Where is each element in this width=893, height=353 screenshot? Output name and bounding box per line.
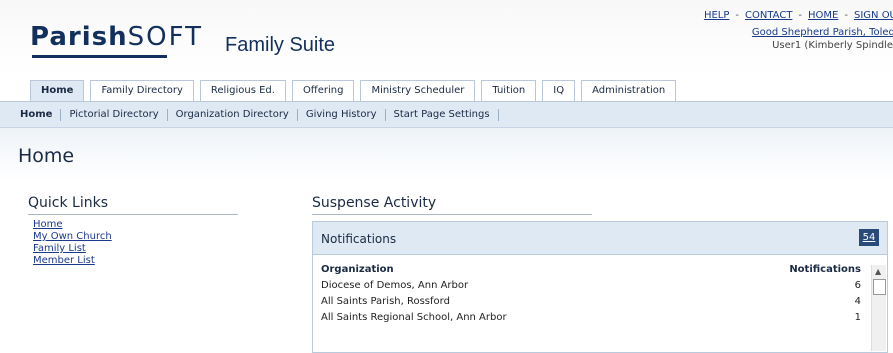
suspense-activity-rule — [312, 214, 592, 215]
tab-religious-ed[interactable]: Religious Ed. — [199, 80, 286, 101]
subnav-pictorial-directory[interactable]: Pictorial Directory — [61, 108, 168, 121]
table-scrollbar[interactable]: ▲ — [871, 265, 886, 351]
logo-part-1: Parish — [30, 22, 128, 52]
tab-tuition[interactable]: Tuition — [481, 80, 537, 101]
subnav-organization-directory[interactable]: Organization Directory — [168, 108, 298, 121]
notifications-header: Notifications 54 — [313, 222, 887, 255]
subnav-start-page-settings[interactable]: Start Page Settings — [386, 108, 499, 121]
row-organization: All Saints Regional School, Ann Arbor — [321, 312, 507, 323]
page-header-band — [0, 128, 893, 180]
header: ParishSOFT Family Suite HELP - CONTACT - HOM… — [0, 0, 893, 74]
row-count: 4 — [854, 296, 861, 307]
scroll-thumb[interactable] — [873, 279, 886, 295]
row-organization: Diocese of Demos, Ann Arbor — [321, 280, 469, 291]
subnav-giving-history[interactable]: Giving History — [298, 108, 386, 121]
column-notifications: Notifications — [789, 264, 861, 275]
table-row[interactable]: All Saints Parish, Rossford 4 — [321, 294, 861, 310]
logo-part-2: SOFT — [127, 22, 203, 52]
parish-info: Good Shepherd Parish, Toledo User1 (Kimb… — [752, 27, 893, 51]
tab-family-directory[interactable]: Family Directory — [90, 80, 194, 101]
sign-out-link[interactable]: SIGN OUT — [854, 10, 893, 21]
tab-administration[interactable]: Administration — [581, 80, 677, 101]
table-row[interactable]: Diocese of Demos, Ann Arbor 6 — [321, 278, 861, 294]
quick-links-title: Quick Links — [28, 195, 109, 211]
table-header-row: Organization Notifications — [321, 262, 861, 278]
subnav-home[interactable]: Home — [0, 108, 62, 121]
top-links: HELP-CONTACT-HOME-SIGN OUT — [704, 10, 893, 21]
row-count: 1 — [854, 312, 861, 323]
quick-link-my-own-church[interactable]: My Own Church — [33, 231, 112, 243]
column-organization: Organization — [321, 264, 394, 275]
tab-home[interactable]: Home — [30, 80, 85, 103]
notifications-panel: Notifications 54 Organization Notificati… — [312, 221, 888, 353]
tab-iq[interactable]: IQ — [542, 80, 576, 101]
table-row[interactable]: All Saints Regional School, Ann Arbor 1 — [321, 310, 861, 326]
suspense-activity-title: Suspense Activity — [312, 195, 437, 211]
main-tabs: Home Family Directory Religious Ed. Offe… — [30, 80, 682, 103]
contact-link[interactable]: CONTACT — [745, 10, 792, 21]
help-link[interactable]: HELP — [704, 10, 729, 21]
scroll-up-arrow-icon[interactable]: ▲ — [875, 267, 881, 276]
user-label: User1 (Kimberly Spindler) — [772, 40, 893, 51]
page-title: Home — [18, 145, 75, 167]
logo-underline — [32, 55, 167, 58]
quick-link-family-list[interactable]: Family List — [33, 243, 112, 255]
parishsoft-logo[interactable]: ParishSOFT — [30, 22, 203, 58]
row-count: 6 — [854, 280, 861, 291]
notifications-table: Organization Notifications Diocese of De… — [321, 262, 861, 326]
notifications-count-badge[interactable]: 54 — [859, 229, 879, 246]
quick-link-member-list[interactable]: Member List — [33, 255, 112, 267]
notifications-title: Notifications — [321, 232, 397, 246]
row-organization: All Saints Parish, Rossford — [321, 296, 450, 307]
tab-ministry-scheduler[interactable]: Ministry Scheduler — [360, 80, 476, 101]
tab-offering[interactable]: Offering — [291, 80, 355, 101]
quick-links-list: Home My Own Church Family List Member Li… — [33, 219, 112, 267]
quick-links-rule — [28, 214, 238, 215]
sub-navigation: Home Pictorial Directory Organization Di… — [0, 102, 893, 128]
parish-link[interactable]: Good Shepherd Parish, Toledo — [752, 27, 893, 38]
suite-title: Family Suite — [225, 34, 336, 56]
home-link[interactable]: HOME — [808, 10, 838, 21]
quick-link-home[interactable]: Home — [33, 219, 112, 231]
